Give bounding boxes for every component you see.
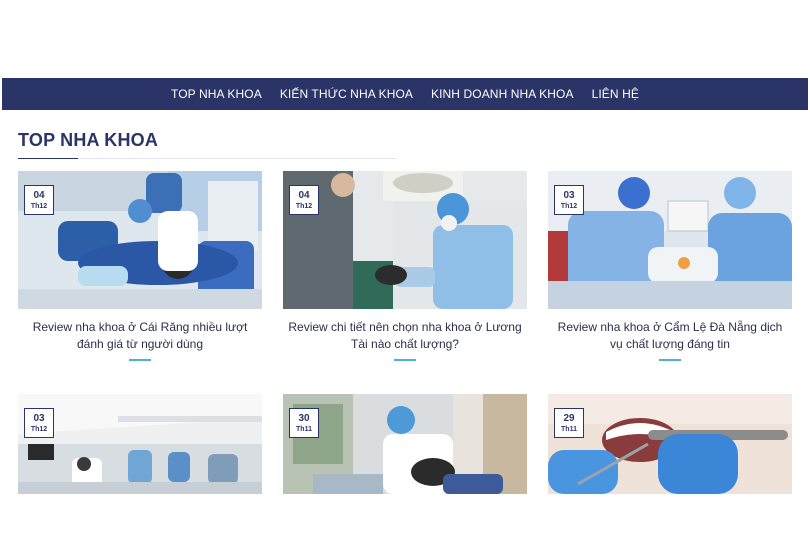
date-day: 29 [563,412,575,424]
post-card: 04 Th12 Review nha khoa ở Cái Răng nhiều… [18,171,262,361]
title-accent-line [394,359,416,361]
post-thumbnail[interactable]: 04 Th12 [18,171,262,309]
section-divider [18,158,396,159]
title-accent-line [129,359,151,361]
post-title[interactable]: Review chi tiết nên chọn nha khoa ở Lươn… [283,319,527,353]
date-month: Th12 [295,202,313,210]
date-badge: 04 Th12 [289,185,319,215]
date-month: Th11 [296,425,312,433]
dental-clinic-photo [18,394,262,494]
date-month: Th11 [561,425,577,433]
title-accent-line [659,359,681,361]
post-card: 03 Th12 Review nha khoa ở Cẩm Lệ Đà Nẵng… [548,171,792,361]
date-day: 04 [33,189,45,201]
post-thumbnail[interactable]: 03 Th12 [18,394,262,494]
date-badge: 03 Th12 [24,408,54,438]
dental-clinic-photo [283,171,527,309]
post-card: 04 Th12 Review chi tiết nên chọn nha kho… [283,171,527,361]
nav-item-top-nha-khoa[interactable]: TOP NHA KHOA [171,87,262,101]
post-card: 03 Th12 [18,394,262,494]
date-day: 03 [563,189,575,201]
main-navbar: TOP NHA KHOA KIẾN THỨC NHA KHOA KINH DOA… [2,78,808,110]
nav-item-lien-he[interactable]: LIÊN HỆ [592,87,639,101]
dental-clinic-photo [18,171,262,309]
post-card: 30 Th11 [283,394,527,494]
post-thumbnail[interactable]: 04 Th12 [283,171,527,309]
date-badge: 03 Th12 [554,185,584,215]
post-title[interactable]: Review nha khoa ở Cẩm Lệ Đà Nẵng dịch vụ… [548,319,792,353]
date-month: Th12 [30,202,48,210]
date-day: 03 [33,412,45,424]
post-title[interactable]: Review nha khoa ở Cái Răng nhiều lượt đá… [18,319,262,353]
dental-clinic-photo [548,171,792,309]
section-title: TOP NHA KHOA [18,130,159,150]
date-month: Th12 [560,202,578,210]
date-day: 30 [298,412,310,424]
post-thumbnail[interactable]: 30 Th11 [283,394,527,494]
date-day: 04 [298,189,310,201]
date-badge: 30 Th11 [289,408,319,438]
post-thumbnail[interactable]: 29 Th11 [548,394,792,494]
dental-clinic-photo [283,394,527,494]
date-badge: 29 Th11 [554,408,584,438]
date-badge: 04 Th12 [24,185,54,215]
post-thumbnail[interactable]: 03 Th12 [548,171,792,309]
post-card: 29 Th11 [548,394,792,494]
dental-closeup-photo [548,394,792,494]
nav-item-kinh-doanh[interactable]: KINH DOANH NHA KHOA [431,87,574,101]
nav-item-kien-thuc[interactable]: KIẾN THỨC NHA KHOA [280,87,413,101]
date-month: Th12 [30,425,48,433]
